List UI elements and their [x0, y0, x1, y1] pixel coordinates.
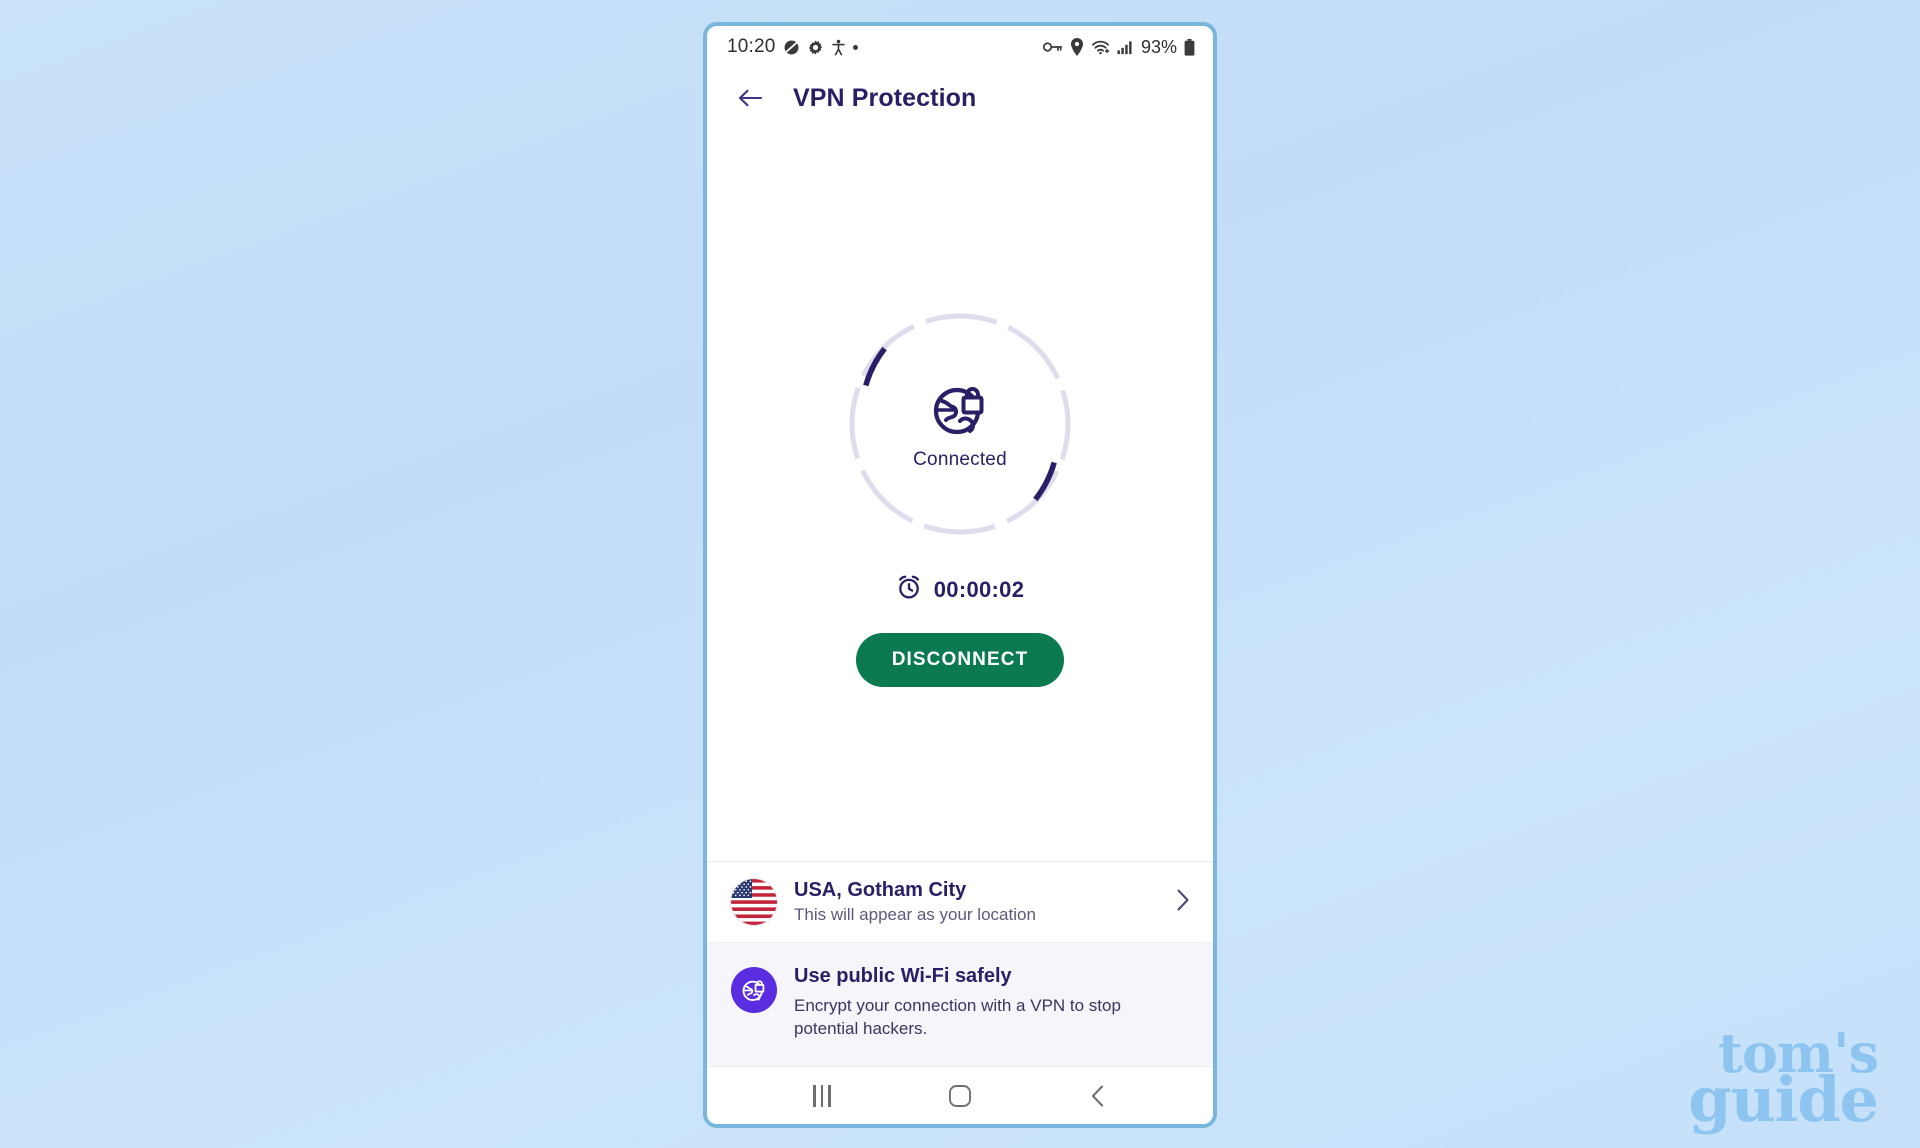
chevron-right-icon[interactable] [1175, 888, 1191, 917]
wifi-tip-texts: Use public Wi-Fi safely Encrypt your con… [794, 965, 1154, 1040]
globe-lock-icon [731, 967, 777, 1014]
location-subtitle: This will appear as your location [794, 905, 1036, 925]
globe-lock-icon [928, 377, 992, 441]
timer-value: 00:00:02 [933, 576, 1025, 602]
recents-icon[interactable] [794, 1074, 850, 1118]
status-bar-left: 10:20 [727, 36, 858, 58]
connection-status-label: Connected [913, 449, 1007, 470]
location-pin-icon [1070, 38, 1084, 56]
session-timer: 00:00:02 [896, 574, 1024, 605]
phone-frame: 10:20 93% VPN Protection Connected 00:00… [703, 22, 1217, 1128]
vpn-status-ring: Connected [846, 310, 1074, 538]
watermark-line-2: guide [1688, 1063, 1879, 1137]
page-title: VPN Protection [793, 83, 977, 112]
status-bar-clock: 10:20 [727, 36, 776, 57]
usa-flag-icon [731, 879, 777, 926]
vpn-key-icon [1042, 40, 1063, 54]
wifi-tip-title: Use public Wi-Fi safely [794, 965, 1012, 988]
disconnect-button[interactable]: DISCONNECT [855, 633, 1065, 687]
mute-icon [783, 39, 800, 56]
dot-icon [852, 44, 858, 50]
ring-center-content: Connected [913, 377, 1007, 471]
battery-icon [1184, 38, 1195, 56]
location-texts: USA, Gotham City This will appear as you… [794, 879, 1036, 925]
cellular-signal-icon [1117, 40, 1134, 55]
gear-icon [807, 39, 824, 56]
location-title: USA, Gotham City [794, 879, 967, 902]
status-bar-right: 93% [1042, 36, 1195, 58]
wifi-icon [1091, 39, 1110, 55]
toms-guide-watermark: tom's guide [1688, 1026, 1879, 1137]
wifi-tip-description: Encrypt your connection with a VPN to st… [794, 996, 1121, 1038]
battery-percent-label: 93% [1140, 36, 1177, 57]
back-arrow-icon[interactable] [733, 81, 767, 115]
home-icon[interactable] [932, 1074, 988, 1118]
main-content: Connected 00:00:02 DISCONNECT [707, 128, 1213, 862]
accessibility-icon [831, 39, 846, 56]
public-wifi-tip-card: Use public Wi-Fi safely Encrypt your con… [707, 942, 1213, 1066]
nav-back-icon[interactable] [1070, 1074, 1126, 1118]
vpn-location-row[interactable]: USA, Gotham City This will appear as you… [707, 861, 1213, 943]
app-bar: VPN Protection [707, 68, 1213, 128]
status-bar: 10:20 93% [707, 26, 1213, 68]
alarm-clock-icon [896, 574, 922, 605]
android-nav-bar [707, 1066, 1213, 1124]
